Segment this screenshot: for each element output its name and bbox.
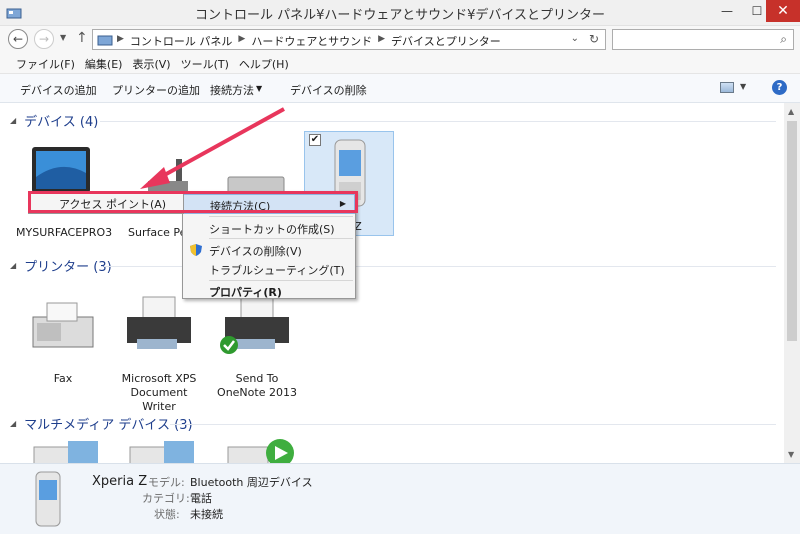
details-pane: Xperia Z モデル: Bluetooth 周辺デバイス カテゴリ: 電話 … — [0, 463, 800, 534]
media-device-icon[interactable] — [28, 437, 108, 463]
minimize-button[interactable]: — — [712, 0, 742, 22]
details-category-value: 電話 — [190, 492, 212, 505]
ctx-troubleshoot[interactable]: トラブルシューティング(T) — [183, 259, 355, 279]
menu-bar: ファイル(F) 編集(E) 表示(V) ツール(T) ヘルプ(H) — [0, 54, 800, 74]
group-devices-header[interactable]: ◢ デバイス (4) — [10, 111, 98, 130]
scrollbar-thumb[interactable] — [787, 121, 797, 341]
add-device-button[interactable]: デバイスの追加 — [20, 82, 97, 98]
group-printers-header[interactable]: ◢ プリンター (3) — [10, 256, 112, 275]
ctx-create-shortcut[interactable]: ショートカットの作成(S) — [183, 218, 355, 238]
scroll-down-icon[interactable]: ▼ — [788, 450, 794, 459]
close-button[interactable]: ✕ — [766, 0, 800, 22]
details-model-value: Bluetooth 周辺デバイス — [190, 476, 313, 489]
refresh-button[interactable]: ↻ — [589, 32, 599, 46]
search-input[interactable]: ⌕ — [612, 29, 794, 50]
collapse-arrow-icon[interactable]: ◢ — [10, 261, 16, 270]
printer-tile-onenote[interactable]: Send To OneNote 2013 — [212, 291, 302, 400]
menu-edit[interactable]: 編集(E) — [85, 56, 123, 72]
add-printer-button[interactable]: プリンターの追加 — [112, 82, 200, 98]
chevron-down-icon[interactable]: ▼ — [740, 82, 746, 91]
menu-tools[interactable]: ツール(T) — [181, 56, 229, 72]
recent-locations-icon[interactable]: ▼ — [60, 33, 66, 42]
connect-using-button[interactable]: 接続方法 — [210, 82, 254, 98]
annotation-highlight-box — [28, 191, 358, 213]
fax-icon — [32, 302, 94, 348]
address-bar[interactable]: ▶ コントロール パネル ▶ ハードウェアとサウンド ▶ デバイスとプリンター … — [92, 29, 606, 50]
vertical-scrollbar[interactable]: ▲ ▼ — [784, 103, 800, 463]
control-panel-icon — [97, 35, 113, 46]
printer-tile-fax[interactable]: Fax — [18, 291, 108, 386]
ctx-remove-device[interactable]: デバイスの削除(V) — [183, 240, 355, 260]
printer-tile-xps[interactable]: Microsoft XPS Document Writer — [114, 291, 204, 414]
breadcrumb-hardware-sound[interactable]: ハードウェアとサウンド — [251, 33, 372, 49]
media-player-icon[interactable] — [222, 437, 302, 463]
address-row: ← → ▼ ↑ ▶ コントロール パネル ▶ ハードウェアとサウンド ▶ デバイ… — [0, 26, 800, 54]
breadcrumb-control-panel[interactable]: コントロール パネル — [130, 33, 233, 49]
shield-icon — [190, 244, 202, 256]
details-status-value: 未接続 — [190, 508, 223, 521]
help-icon[interactable]: ? — [772, 80, 787, 95]
forward-button[interactable]: → — [34, 29, 54, 49]
menu-view[interactable]: 表示(V) — [132, 56, 170, 72]
details-model-label: モデル: — [148, 476, 185, 489]
chevron-right-icon[interactable]: ▶ — [238, 33, 245, 49]
chevron-down-icon[interactable]: ⌄ — [571, 33, 579, 44]
checkbox-icon[interactable]: ✔ — [309, 134, 321, 146]
back-button[interactable]: ← — [8, 29, 28, 49]
details-device-name: Xperia Z — [92, 474, 148, 489]
remove-device-button[interactable]: デバイスの削除 — [290, 82, 367, 98]
phone-icon — [35, 471, 61, 527]
menu-file[interactable]: ファイル(F) — [16, 56, 75, 72]
scroll-up-icon[interactable]: ▲ — [788, 107, 794, 116]
up-button[interactable]: ↑ — [76, 30, 88, 46]
window-title: コントロール パネル¥ハードウェアとサウンド¥デバイスとプリンター — [194, 8, 606, 23]
chevron-right-icon[interactable]: ▶ — [378, 33, 385, 49]
chevron-down-icon[interactable]: ▼ — [256, 84, 262, 93]
devices-printers-view[interactable]: ◢ デバイス (4) MYSURFACEPRO3 Surface Pe ✔ ia — [0, 103, 784, 463]
view-options-icon[interactable] — [720, 82, 734, 93]
ctx-properties[interactable]: プロパティ(R) — [183, 281, 355, 301]
details-category-label: カテゴリ: — [142, 492, 190, 505]
collapse-arrow-icon[interactable]: ◢ — [10, 116, 16, 125]
media-device-icon[interactable] — [124, 437, 204, 463]
title-bar: コントロール パネル¥ハードウェアとサウンド¥デバイスとプリンター — ☐ ✕ — [0, 0, 800, 26]
menu-help[interactable]: ヘルプ(H) — [239, 56, 289, 72]
breadcrumb-devices-printers[interactable]: デバイスとプリンター — [391, 33, 501, 49]
annotation-arrow-icon — [140, 107, 285, 189]
collapse-arrow-icon[interactable]: ◢ — [10, 419, 16, 428]
details-status-label: 状態: — [154, 508, 180, 521]
default-printer-check-icon — [220, 336, 238, 354]
chevron-right-icon[interactable]: ▶ — [117, 33, 124, 49]
group-multimedia-header[interactable]: ◢ マルチメディア デバイス (3) — [10, 414, 193, 433]
search-icon[interactable]: ⌕ — [780, 32, 787, 47]
command-bar: デバイスの追加 プリンターの追加 接続方法 ▼ デバイスの削除 ▼ ? — [0, 74, 800, 103]
